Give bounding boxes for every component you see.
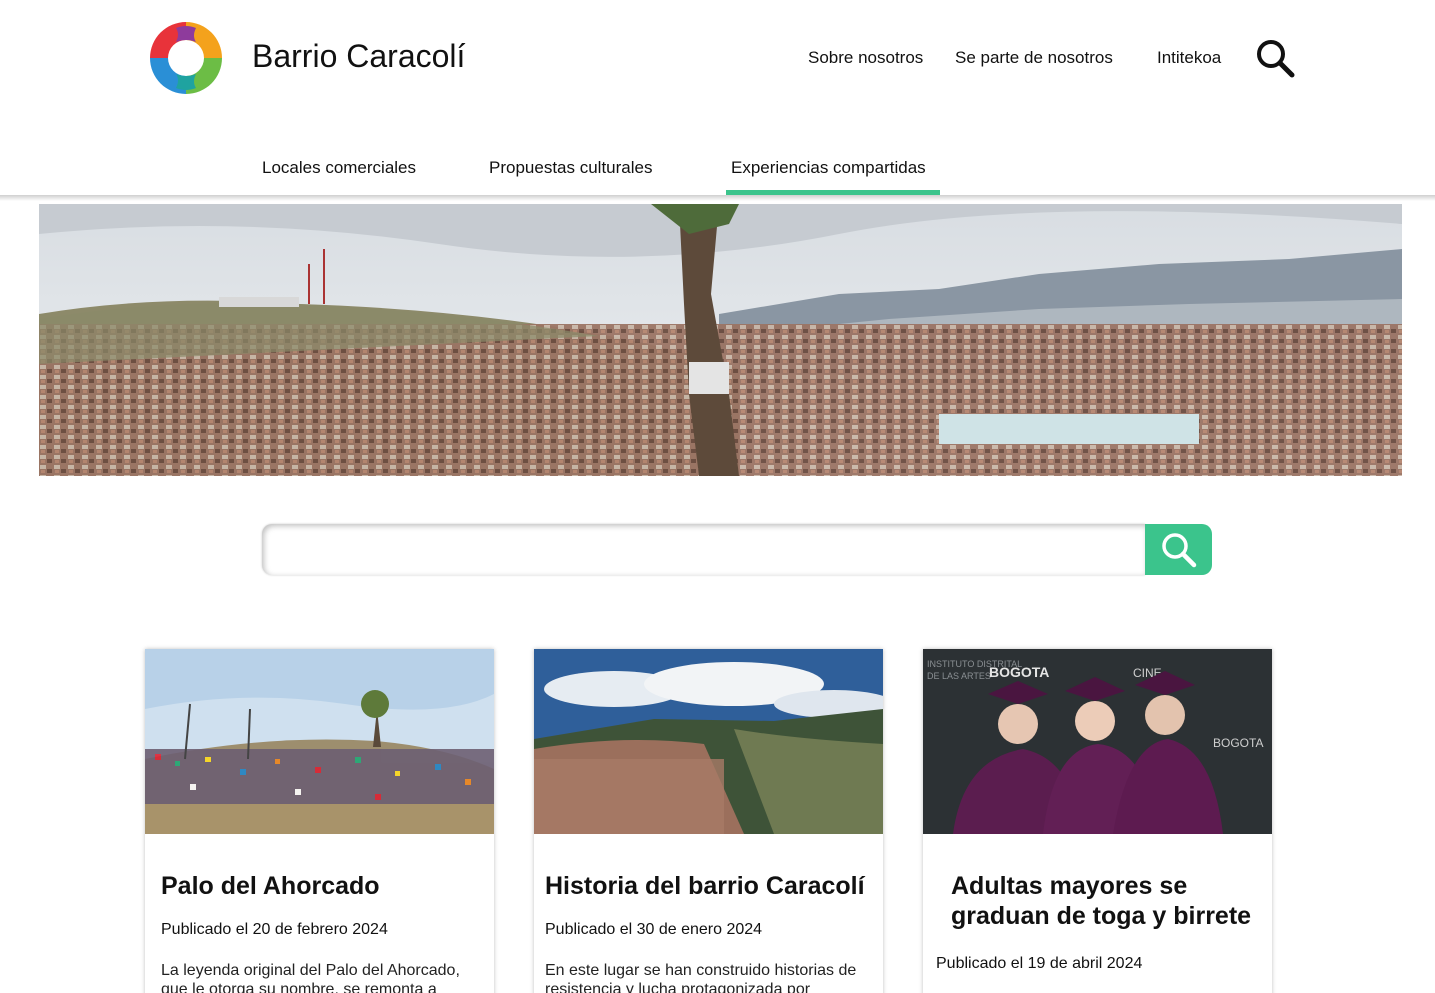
search-icon [1162, 533, 1197, 568]
nav-sobre-nosotros[interactable]: Sobre nosotros [808, 48, 923, 68]
svg-text:DE LAS ARTES: DE LAS ARTES [927, 671, 991, 681]
nav-intitekoa[interactable]: Intitekoa [1157, 48, 1221, 68]
article-card-date: Publicado el 19 de abril 2024 [936, 955, 1143, 972]
article-card-date: Publicado el 20 de febrero 2024 [161, 921, 388, 938]
page: Barrio Caracolí Sobre nosotros Se parte … [0, 0, 1435, 993]
article-card[interactable]: Palo del Ahorcado Publicado el 20 de feb… [145, 649, 494, 993]
site-title[interactable]: Barrio Caracolí [252, 38, 465, 75]
article-card-title: Historia del barrio Caracolí [545, 872, 865, 900]
caracoli-logo-icon[interactable] [146, 18, 226, 98]
article-card-title: Palo del Ahorcado [161, 872, 380, 900]
search-input[interactable] [262, 524, 1145, 575]
article-card-image [145, 649, 494, 834]
article-card[interactable]: Historia del barrio Caracolí Publicado e… [534, 649, 883, 993]
site-header: Barrio Caracolí Sobre nosotros Se parte … [0, 0, 1435, 201]
search-icon[interactable] [1255, 38, 1295, 78]
tab-experiencias-compartidas[interactable]: Experiencias compartidas [731, 158, 926, 178]
article-card-title: Adultas mayores se graduan de toga y bir… [951, 872, 1252, 930]
header-divider [0, 195, 1435, 201]
search-button[interactable] [1145, 524, 1212, 575]
svg-text:BOGOTA: BOGOTA [1213, 736, 1263, 750]
article-card-date: Publicado el 30 de enero 2024 [545, 921, 763, 938]
article-card-image: INSTITUTO DISTRITAL DE LAS ARTES BOGOTA … [923, 649, 1272, 834]
article-card[interactable]: INSTITUTO DISTRITAL DE LAS ARTES BOGOTA … [923, 649, 1272, 993]
article-card-excerpt: La leyenda original del Palo del Ahorcad… [161, 962, 460, 993]
tab-propuestas-culturales[interactable]: Propuestas culturales [489, 158, 652, 178]
article-card-image [534, 649, 883, 834]
article-card-excerpt: En este lugar se han construido historia… [545, 962, 857, 993]
svg-text:BOGOTA: BOGOTA [989, 664, 1049, 680]
search-bar [262, 524, 1212, 575]
nav-se-parte[interactable]: Se parte de nosotros [955, 48, 1113, 68]
tab-locales-comerciales[interactable]: Locales comerciales [262, 158, 416, 178]
category-tabs: Locales comerciales Propuestas culturale… [0, 150, 1435, 196]
hero-image [39, 204, 1402, 476]
